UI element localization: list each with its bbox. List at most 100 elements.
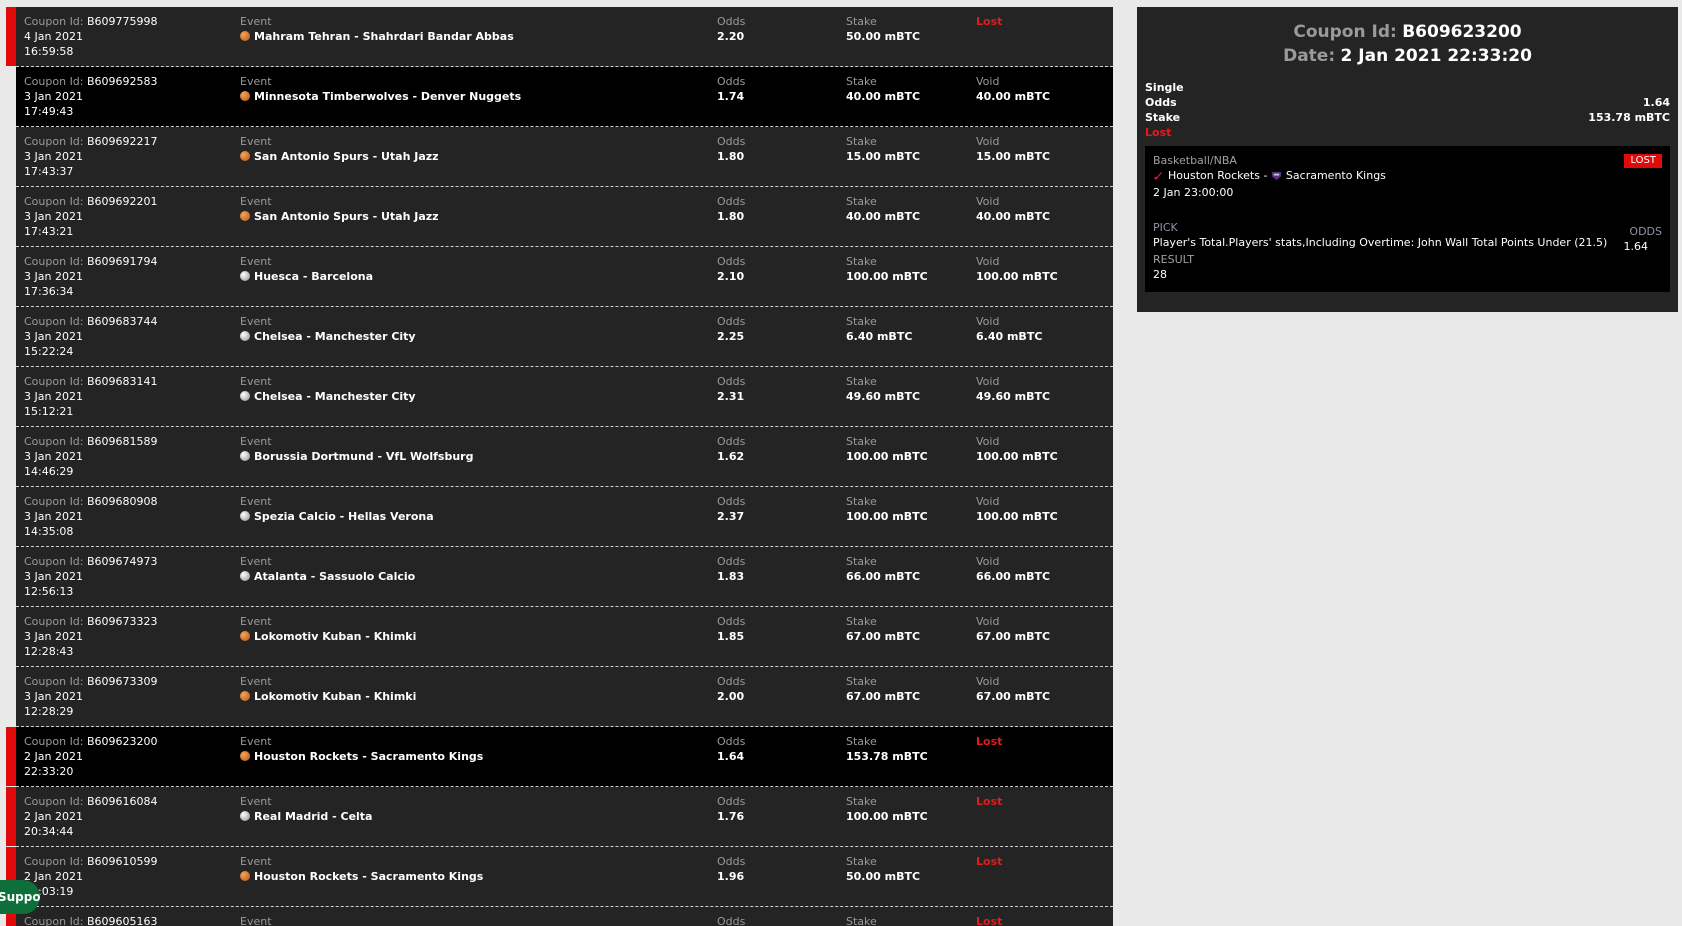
odds-cell: Odds 2.20 xyxy=(717,14,827,44)
coupon-status: Lost xyxy=(976,795,1003,808)
bet-teams: Houston Rockets - Sacramento Kings xyxy=(1153,168,1662,183)
coupon-id-label: Coupon Id: xyxy=(24,375,84,388)
event-label: Event xyxy=(240,915,272,926)
returned-amount: 6.40 mBTC xyxy=(976,330,1043,343)
odds-label: Odds xyxy=(717,435,746,448)
coupon-row[interactable]: Coupon Id: B609683141 3 Jan 2021 15:12:2… xyxy=(16,367,1113,427)
coupon-row[interactable]: Coupon Id: B609692583 3 Jan 2021 17:49:4… xyxy=(16,67,1113,127)
coupon-row[interactable]: Coupon Id: B609623200 2 Jan 2021 22:33:2… xyxy=(6,727,1113,787)
event-label: Event xyxy=(240,495,272,508)
coupon-id-label: Coupon Id: xyxy=(24,135,84,148)
coupon-id: B609680908 xyxy=(87,495,158,508)
event-label: Event xyxy=(240,795,272,808)
stake-cell: Stake 67.00 mBTC xyxy=(846,674,966,704)
result-cell: Void 40.00 mBTC xyxy=(976,74,1113,104)
basketball-icon xyxy=(240,151,250,161)
odds-label: Odds xyxy=(717,315,746,328)
result-label: RESULT xyxy=(1153,253,1194,266)
coupon-status: Lost xyxy=(976,915,1003,926)
coupon-id-cell: Coupon Id: B609692583 3 Jan 2021 17:49:4… xyxy=(24,74,234,119)
coupon-detail-panel: Coupon Id: B609623200 Date: 2 Jan 2021 2… xyxy=(1137,7,1678,312)
coupon-status: Void xyxy=(976,675,1000,688)
stake-cell: Stake 100.00 mBTC xyxy=(846,494,966,524)
odds-label: Odds xyxy=(717,735,746,748)
pick-label: PICK xyxy=(1153,221,1178,234)
coupon-status: Void xyxy=(976,255,1000,268)
coupon-list[interactable]: Coupon Id: B609775998 4 Jan 2021 16:59:5… xyxy=(6,7,1113,926)
result-cell: Lost xyxy=(976,794,1113,809)
bet-selection: Basketball/NBA LOST Houston Rockets - Sa… xyxy=(1145,146,1670,292)
event-cell: Event Minnesota Timberwolves - Denver Nu… xyxy=(240,74,680,104)
coupon-row[interactable]: Coupon Id: B609674973 3 Jan 2021 12:56:1… xyxy=(16,547,1113,607)
coupon-id-cell: Coupon Id: B609616084 2 Jan 2021 20:34:4… xyxy=(24,794,234,839)
stake-label: Stake xyxy=(846,735,877,748)
stake-value: 6.40 mBTC xyxy=(846,330,913,343)
odds-cell: Odds 1.85 xyxy=(717,614,827,644)
coupon-row[interactable]: Coupon Id: B609610599 2 Jan 2021 20:03:1… xyxy=(6,847,1113,907)
event-name: Huesca - Barcelona xyxy=(254,270,374,283)
odds-label: Odds xyxy=(717,195,746,208)
coupon-time: 15:22:24 xyxy=(24,345,74,358)
support-button[interactable]: Support xyxy=(0,880,40,914)
coupon-status: Void xyxy=(976,615,1000,628)
coupon-row[interactable]: Coupon Id: B609616084 2 Jan 2021 20:34:4… xyxy=(6,787,1113,847)
coupon-status: Void xyxy=(976,555,1000,568)
coupon-id: B609681589 xyxy=(87,435,158,448)
result-cell: Void 100.00 mBTC xyxy=(976,434,1113,464)
event-name: Houston Rockets - Sacramento Kings xyxy=(254,750,484,763)
coupon-id-cell: Coupon Id: B609692217 3 Jan 2021 17:43:3… xyxy=(24,134,234,179)
detail-summary: Single Odds 1.64 Stake 153.78 mBTC Lost xyxy=(1145,80,1670,140)
stake-cell: Stake 40.00 mBTC xyxy=(846,74,966,104)
returned-amount: 100.00 mBTC xyxy=(976,450,1058,463)
coupon-id: B609610599 xyxy=(87,855,158,868)
result-cell: Lost xyxy=(976,914,1113,926)
returned-amount: 40.00 mBTC xyxy=(976,210,1051,223)
odds-cell: Odds 1.76 xyxy=(717,794,827,824)
stake-value: 100.00 mBTC xyxy=(846,510,928,523)
event-cell: Event Atalanta - Sassuolo Calcio xyxy=(240,554,680,584)
stake-cell: Stake 50.00 mBTC xyxy=(846,14,966,44)
coupon-status: Void xyxy=(976,315,1000,328)
coupon-id-cell: Coupon Id: B609775998 4 Jan 2021 16:59:5… xyxy=(24,14,234,59)
odds-label: Odds xyxy=(717,915,746,926)
returned-amount: 15.00 mBTC xyxy=(976,150,1051,163)
coupon-row[interactable]: Coupon Id: B609691794 3 Jan 2021 17:36:3… xyxy=(16,247,1113,307)
coupon-row[interactable]: Coupon Id: B609605163 Event Odds Stake L… xyxy=(6,907,1113,926)
odds-cell: Odds 2.37 xyxy=(717,494,827,524)
coupon-row[interactable]: Coupon Id: B609775998 4 Jan 2021 16:59:5… xyxy=(6,7,1113,67)
coupon-status: Void xyxy=(976,495,1000,508)
stake-label: Stake xyxy=(846,915,877,926)
coupon-status: Void xyxy=(976,135,1000,148)
coupon-row[interactable]: Coupon Id: B609673309 3 Jan 2021 12:28:2… xyxy=(16,667,1113,727)
coupon-id-label: Coupon Id: xyxy=(24,675,84,688)
coupon-row[interactable]: Coupon Id: B609680908 3 Jan 2021 14:35:0… xyxy=(16,487,1113,547)
event-name: San Antonio Spurs - Utah Jazz xyxy=(254,210,439,223)
stake-cell: Stake 153.78 mBTC xyxy=(846,734,966,764)
event-name: Lokomotiv Kuban - Khimki xyxy=(254,630,417,643)
coupon-id: B609691794 xyxy=(87,255,158,268)
event-label: Event xyxy=(240,255,272,268)
result-cell: Void 67.00 mBTC xyxy=(976,674,1113,704)
odds-label: Odds xyxy=(717,795,746,808)
coupon-row[interactable]: Coupon Id: B609692217 3 Jan 2021 17:43:3… xyxy=(16,127,1113,187)
coupon-row[interactable]: Coupon Id: B609683744 3 Jan 2021 15:22:2… xyxy=(16,307,1113,367)
coupon-time: 22:33:20 xyxy=(24,765,74,778)
event-name: Minnesota Timberwolves - Denver Nuggets xyxy=(254,90,522,103)
result-cell: Lost xyxy=(976,854,1113,869)
football-icon xyxy=(240,391,250,401)
coupon-row[interactable]: Coupon Id: B609673323 3 Jan 2021 12:28:4… xyxy=(16,607,1113,667)
stake-cell: Stake 67.00 mBTC xyxy=(846,614,966,644)
coupon-row[interactable]: Coupon Id: B609692201 3 Jan 2021 17:43:2… xyxy=(16,187,1113,247)
coupon-id: B609683141 xyxy=(87,375,158,388)
coupon-id-cell: Coupon Id: B609674973 3 Jan 2021 12:56:1… xyxy=(24,554,234,599)
coupon-row[interactable]: Coupon Id: B609681589 3 Jan 2021 14:46:2… xyxy=(16,427,1113,487)
event-cell: Event Real Madrid - Celta xyxy=(240,794,680,824)
event-label: Event xyxy=(240,375,272,388)
stake-cell: Stake 100.00 mBTC xyxy=(846,794,966,824)
coupon-date: 3 Jan 2021 xyxy=(24,630,83,643)
coupon-id: B609616084 xyxy=(87,795,158,808)
stake-value: 40.00 mBTC xyxy=(846,210,921,223)
summary-status: Lost xyxy=(1145,126,1172,139)
stake-label: Stake xyxy=(846,15,877,28)
coupon-id: B609692583 xyxy=(87,75,158,88)
